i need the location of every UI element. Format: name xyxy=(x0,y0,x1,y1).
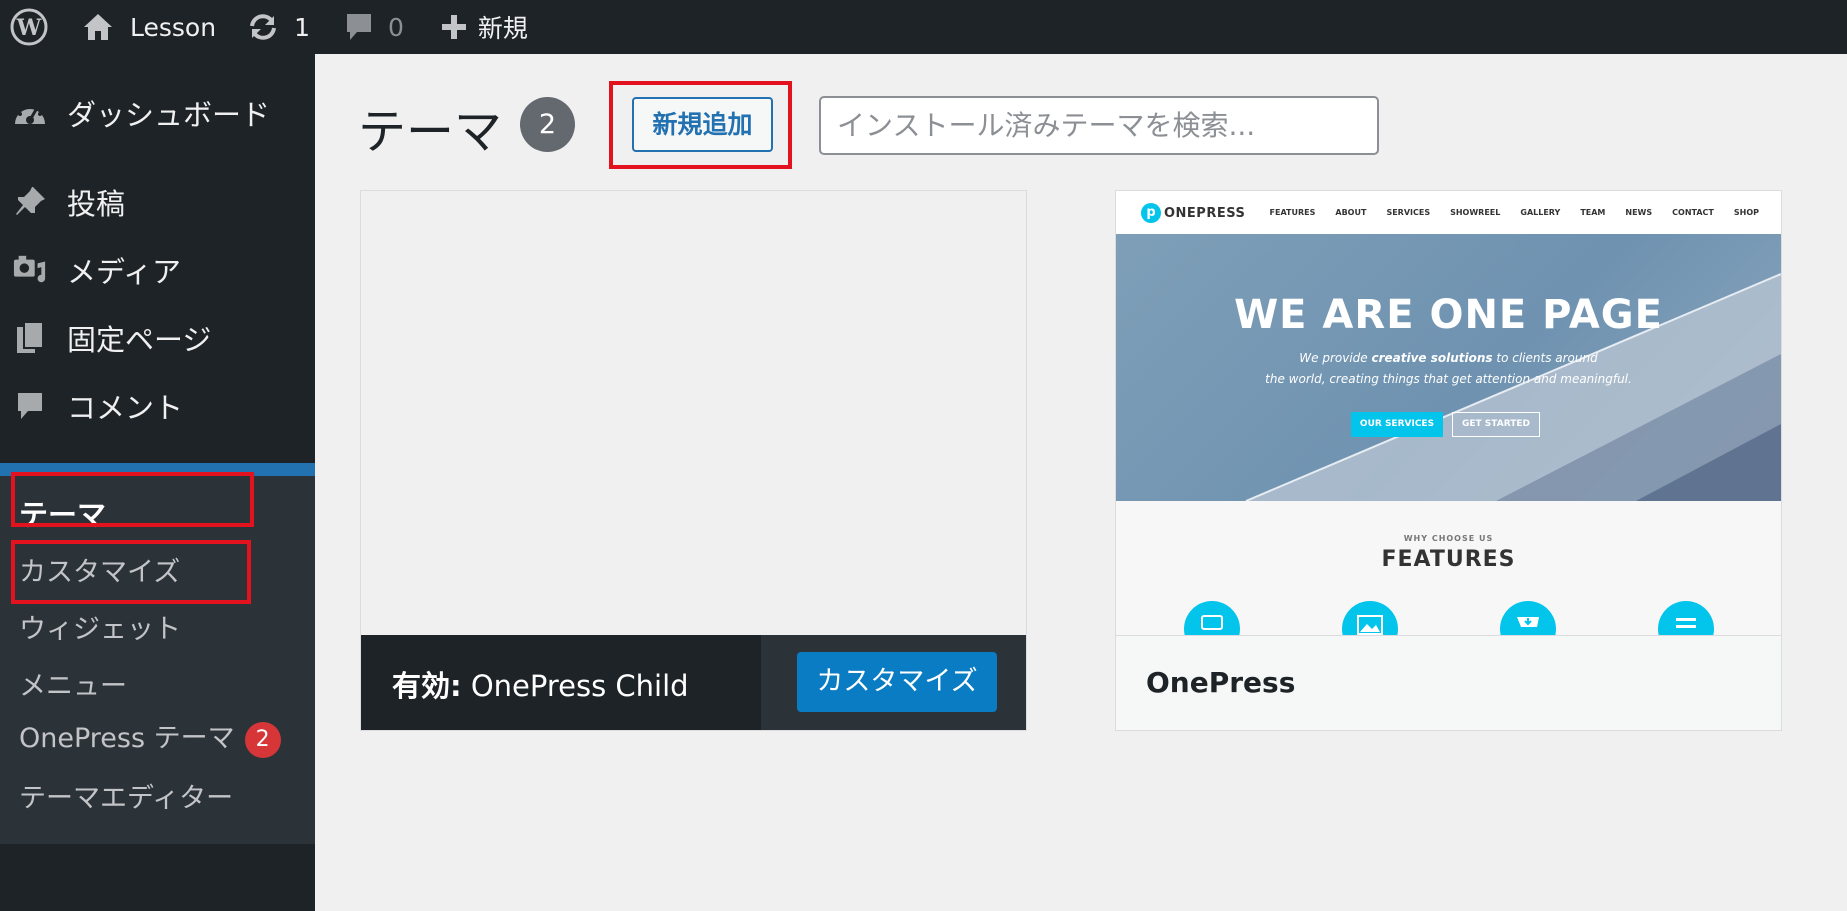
preview-hero: WE ARE ONE PAGE We provide creative solu… xyxy=(1116,234,1781,501)
preview-menu-item: NEWS xyxy=(1625,208,1653,217)
pushpin-icon xyxy=(13,185,47,219)
preview-menu-item: SHOWREEL xyxy=(1450,208,1501,217)
preview-hero-subtitle-line2: the world, creating things that get atte… xyxy=(1265,372,1632,386)
active-theme-name: 有効: OnePress Child xyxy=(392,663,689,705)
admin-bar: W Lesson 1 0 新規 xyxy=(0,0,1847,54)
sidebar-label-dashboard: ダッシュボード xyxy=(67,98,271,132)
theme-name-label: OnePress xyxy=(1146,666,1296,699)
site-name-label: Lesson xyxy=(130,12,217,42)
new-content-label: 新規 xyxy=(477,14,528,43)
page-title: テーマ xyxy=(358,104,503,160)
preview-navbar: p ONEPRESS FEATURES ABOUT SERVICES SHOWR… xyxy=(1116,191,1781,234)
submenu-item-menus[interactable]: メニュー xyxy=(19,664,127,703)
preview-hero-subtitle-line1: We provide creative solutions to clients… xyxy=(1116,351,1781,365)
wordpress-logo-button[interactable]: W xyxy=(0,0,58,54)
preview-menu-item: CONTACT xyxy=(1672,208,1714,217)
appearance-submenu: テーマ カスタマイズ ウィジェット メニュー OnePress テーマ 2 テーマ… xyxy=(0,476,315,844)
theme-name-label: OnePress Child xyxy=(470,669,689,703)
site-name-link[interactable]: Lesson xyxy=(82,0,216,54)
preview-features-heading: FEATURES xyxy=(1381,547,1516,572)
preview-logo: p ONEPRESS xyxy=(1141,203,1245,223)
submenu-item-theme-editor[interactable]: テーマエディター xyxy=(19,776,233,815)
theme-count-badge: 2 xyxy=(520,97,575,152)
menu-lines-icon xyxy=(1658,601,1714,635)
preview-menu-item: ABOUT xyxy=(1335,208,1367,217)
comment-icon xyxy=(13,389,47,423)
svg-text:W: W xyxy=(16,15,42,41)
theme-footer: OnePress xyxy=(1116,635,1781,730)
preview-hero-title: WE ARE ONE PAGE xyxy=(1234,292,1663,338)
preview-menu-item: SERVICES xyxy=(1386,208,1431,217)
submenu-onepress-label: OnePress テーマ xyxy=(19,723,235,754)
updates-refresh-icon xyxy=(246,12,280,42)
active-prefix: 有効: xyxy=(392,669,462,703)
cart-download-icon xyxy=(1500,601,1556,635)
sidebar-item-comments[interactable]: コメント xyxy=(0,372,315,440)
wordpress-logo-icon: W xyxy=(9,7,49,47)
updates-count: 1 xyxy=(294,12,310,42)
sidebar-item-pages[interactable]: 固定ページ xyxy=(0,304,315,372)
sidebar-label-posts: 投稿 xyxy=(67,187,126,221)
sidebar-item-media[interactable]: メディア xyxy=(0,236,315,304)
image-icon xyxy=(1342,601,1398,635)
comment-bubble-icon xyxy=(344,11,374,43)
active-theme-footer: 有効: OnePress Child カスタマイズ xyxy=(361,635,1026,730)
submenu-item-onepress-theme[interactable]: OnePress テーマ 2 xyxy=(19,716,281,758)
submenu-item-widgets[interactable]: ウィジェット xyxy=(19,607,181,646)
media-icon xyxy=(13,253,47,287)
sidebar-item-dashboard[interactable]: ダッシュボード xyxy=(0,79,315,147)
sidebar-label-comments: コメント xyxy=(67,391,184,425)
preview-get-started-button: GET STARTED xyxy=(1452,412,1540,437)
preview-menu-item: TEAM xyxy=(1580,208,1606,217)
comments-link[interactable]: 0 xyxy=(344,0,404,54)
notification-badge: 2 xyxy=(244,721,281,758)
preview-menu-item: SHOP xyxy=(1733,208,1759,217)
new-content-link[interactable]: 新規 xyxy=(440,0,528,54)
dashboard-icon xyxy=(13,96,47,130)
theme-card-onepress-child[interactable]: 有効: OnePress Child カスタマイズ xyxy=(360,190,1027,731)
preview-logo-text: ONEPRESS xyxy=(1164,205,1246,221)
comments-count: 0 xyxy=(387,12,404,42)
sidebar-label-pages: 固定ページ xyxy=(67,323,212,357)
hero-sub-bold: creative solutions xyxy=(1371,351,1493,365)
theme-screenshot-placeholder[interactable] xyxy=(361,191,1026,635)
onepress-screenshot[interactable]: p ONEPRESS FEATURES ABOUT SERVICES SHOWR… xyxy=(1116,191,1781,635)
submenu-item-customize[interactable]: カスタマイズ xyxy=(19,550,180,589)
pages-icon xyxy=(13,321,47,355)
home-icon xyxy=(82,12,114,42)
theme-search-input[interactable] xyxy=(819,96,1379,155)
theme-card-onepress[interactable]: p ONEPRESS FEATURES ABOUT SERVICES SHOWR… xyxy=(1115,190,1782,731)
sidebar-item-posts[interactable]: 投稿 xyxy=(0,168,315,236)
monitor-icon xyxy=(1184,601,1240,635)
updates-link[interactable]: 1 xyxy=(246,0,310,54)
add-new-theme-button[interactable]: 新規追加 xyxy=(632,97,773,152)
sidebar-label-media: メディア xyxy=(67,255,181,289)
submenu-item-themes[interactable]: テーマ xyxy=(19,492,106,534)
admin-sidebar: ダッシュボード 投稿 メディア 固定ページ コメント 外観 テーマ カスタマイズ… xyxy=(0,54,315,911)
hero-building-graphic xyxy=(1245,273,1781,501)
onepress-logo-icon: p xyxy=(1141,203,1161,223)
hero-sub-a: We provide xyxy=(1299,351,1372,365)
hero-sub-b: to clients around xyxy=(1492,351,1598,365)
customize-button[interactable]: カスタマイズ xyxy=(797,652,997,712)
preview-menu-item: GALLERY xyxy=(1520,208,1561,217)
theme-actions: カスタマイズ xyxy=(761,635,1026,730)
preview-our-services-button: OUR SERVICES xyxy=(1351,412,1443,437)
preview-menu-item: FEATURES xyxy=(1269,208,1316,217)
plus-icon xyxy=(440,13,468,41)
preview-menu: FEATURES ABOUT SERVICES SHOWREEL GALLERY… xyxy=(1250,208,1759,217)
preview-why-label: WHY CHOOSE US xyxy=(1403,534,1494,543)
